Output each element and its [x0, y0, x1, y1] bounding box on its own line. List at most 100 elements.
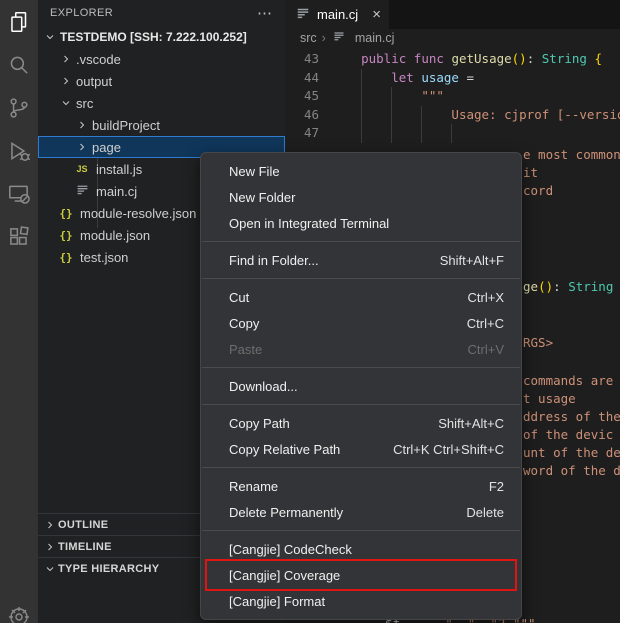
manage-gear-icon[interactable] [0, 596, 38, 623]
menu-item-download[interactable]: Download... [201, 373, 521, 399]
menu-item-copy[interactable]: CopyCtrl+C [201, 310, 521, 336]
code-indent-guide [421, 106, 422, 143]
line-content: public func getUsage(): String { [319, 50, 602, 69]
breadcrumb-folder[interactable]: src [300, 31, 317, 45]
breadcrumb-separator: › [322, 31, 326, 45]
line-number: 44 [285, 69, 319, 88]
line-number: 46 [285, 106, 319, 125]
tree-item-label: TESTDEMO [SSH: 7.222.100.252] [60, 30, 247, 44]
code-fragment: RGS> [523, 334, 553, 353]
menu-item-new-file[interactable]: New File [201, 158, 521, 184]
chevron-down-icon [42, 29, 58, 45]
source-control-icon[interactable] [0, 86, 38, 129]
menu-item-label: Open in Integrated Terminal [229, 216, 504, 231]
line-number: 45 [285, 87, 319, 106]
workspace-root-testdemo-ssh-7-222-100-252[interactable]: TESTDEMO [SSH: 7.222.100.252] [38, 26, 285, 48]
menu-item-label: Copy [229, 316, 467, 331]
tree-item-output[interactable]: output [38, 70, 285, 92]
menu-item-cangjie-codecheck[interactable]: [Cangjie] CodeCheck [201, 536, 521, 562]
code-fragment: of the devic [523, 426, 613, 445]
section-label: TYPE HIERARCHY [58, 563, 159, 575]
breadcrumb-file[interactable]: main.cj [331, 30, 395, 45]
menu-item-shortcut: Delete [466, 505, 504, 520]
code-fragment: ddress of the [523, 408, 620, 427]
menu-item-shortcut: F2 [489, 479, 504, 494]
tree-item-buildproject[interactable]: buildProject [38, 114, 285, 136]
code-indent-guide [391, 87, 392, 143]
vscode-window: EXPLORER ⋯ TESTDEMO [SSH: 7.222.100.252]… [0, 0, 620, 623]
code-line-46: 46 Usage: cjprof [--version [285, 106, 620, 125]
menu-item-paste: PasteCtrl+V [201, 336, 521, 362]
search-icon[interactable] [0, 43, 38, 86]
tab-main-cj[interactable]: main.cj × [285, 0, 389, 29]
menu-item-delete-permanently[interactable]: Delete PermanentlyDelete [201, 499, 521, 525]
context-menu: New File New Folder Open in Integrated Ter… [200, 152, 522, 620]
section-label: OUTLINE [58, 519, 108, 531]
breadcrumb-file-label: main.cj [355, 31, 395, 45]
json-file-icon: {} [58, 229, 74, 242]
extensions-icon[interactable] [0, 215, 38, 258]
chevron-right-icon [58, 73, 74, 89]
code-line-47: 47 [285, 124, 620, 143]
menu-item-label: New Folder [229, 190, 504, 205]
explorer-title: EXPLORER [50, 7, 257, 19]
menu-separator [202, 367, 520, 368]
code-fragment: t usage [523, 390, 576, 409]
menu-item-label: New File [229, 164, 504, 179]
menu-item-label: Rename [229, 479, 489, 494]
menu-item-label: [Cangjie] Format [229, 594, 504, 609]
menu-item-open-in-integrated-terminal[interactable]: Open in Integrated Terminal [201, 210, 521, 236]
menu-item-copy-path[interactable]: Copy PathShift+Alt+C [201, 410, 521, 436]
chevron-right-icon [74, 117, 90, 133]
close-icon[interactable]: × [372, 7, 381, 22]
cj-file-icon [331, 30, 347, 45]
menu-item-cut[interactable]: CutCtrl+X [201, 284, 521, 310]
line-content: """ [319, 87, 444, 106]
menu-item-label: Find in Folder... [229, 253, 440, 268]
menu-separator [202, 530, 520, 531]
more-actions-button[interactable]: ⋯ [257, 4, 273, 22]
cj-file-icon [74, 183, 90, 199]
menu-item-copy-relative-path[interactable]: Copy Relative PathCtrl+K Ctrl+Shift+C [201, 436, 521, 462]
menu-separator [202, 467, 520, 468]
cj-file-icon [295, 6, 311, 23]
menu-item-shortcut: Ctrl+X [468, 290, 504, 305]
code-lines: 43 public func getUsage(): String {44 le… [285, 46, 620, 143]
code-fragment: e most common [523, 146, 620, 165]
menu-item-cangjie-format[interactable]: [Cangjie] Format [201, 588, 521, 614]
code-line-43: 43 public func getUsage(): String { [285, 50, 620, 69]
code-indent-guide [451, 124, 452, 143]
tab-bar: main.cj × [285, 0, 620, 29]
tree-item-vscode[interactable]: .vscode [38, 48, 285, 70]
chevron-right-icon [42, 517, 58, 533]
run-debug-icon[interactable] [0, 129, 38, 172]
remote-explorer-icon[interactable] [0, 172, 38, 215]
menu-item-label: Copy Relative Path [229, 442, 393, 457]
line-content [319, 124, 331, 143]
menu-item-new-folder[interactable]: New Folder [201, 184, 521, 210]
tree-item-label: test.json [80, 250, 128, 265]
menu-item-cangjie-coverage[interactable]: [Cangjie] Coverage [201, 562, 521, 588]
tree-item-label: .vscode [76, 52, 121, 67]
menu-item-shortcut: Shift+Alt+F [440, 253, 504, 268]
menu-item-rename[interactable]: RenameF2 [201, 473, 521, 499]
menu-item-label: Copy Path [229, 416, 438, 431]
menu-item-label: Delete Permanently [229, 505, 466, 520]
menu-separator [202, 278, 520, 279]
chevron-right-icon [74, 139, 90, 155]
json-file-icon: {} [58, 251, 74, 264]
chevron-down-icon [42, 561, 58, 577]
js-file-icon: JS [74, 164, 90, 174]
tree-item-src[interactable]: src [38, 92, 285, 114]
code-fragment: commands are [523, 372, 613, 391]
menu-item-label: Paste [229, 342, 468, 357]
code-fragment: unt of the de [523, 444, 620, 463]
tree-item-label: module-resolve.json [80, 206, 196, 221]
menu-item-label: Download... [229, 379, 504, 394]
menu-item-label: Cut [229, 290, 468, 305]
code-indent-guide [361, 69, 362, 143]
explorer-icon[interactable] [0, 0, 38, 43]
line-content: let usage = [319, 69, 474, 88]
menu-item-shortcut: Shift+Alt+C [438, 416, 504, 431]
menu-item-find-in-folder[interactable]: Find in Folder...Shift+Alt+F [201, 247, 521, 273]
